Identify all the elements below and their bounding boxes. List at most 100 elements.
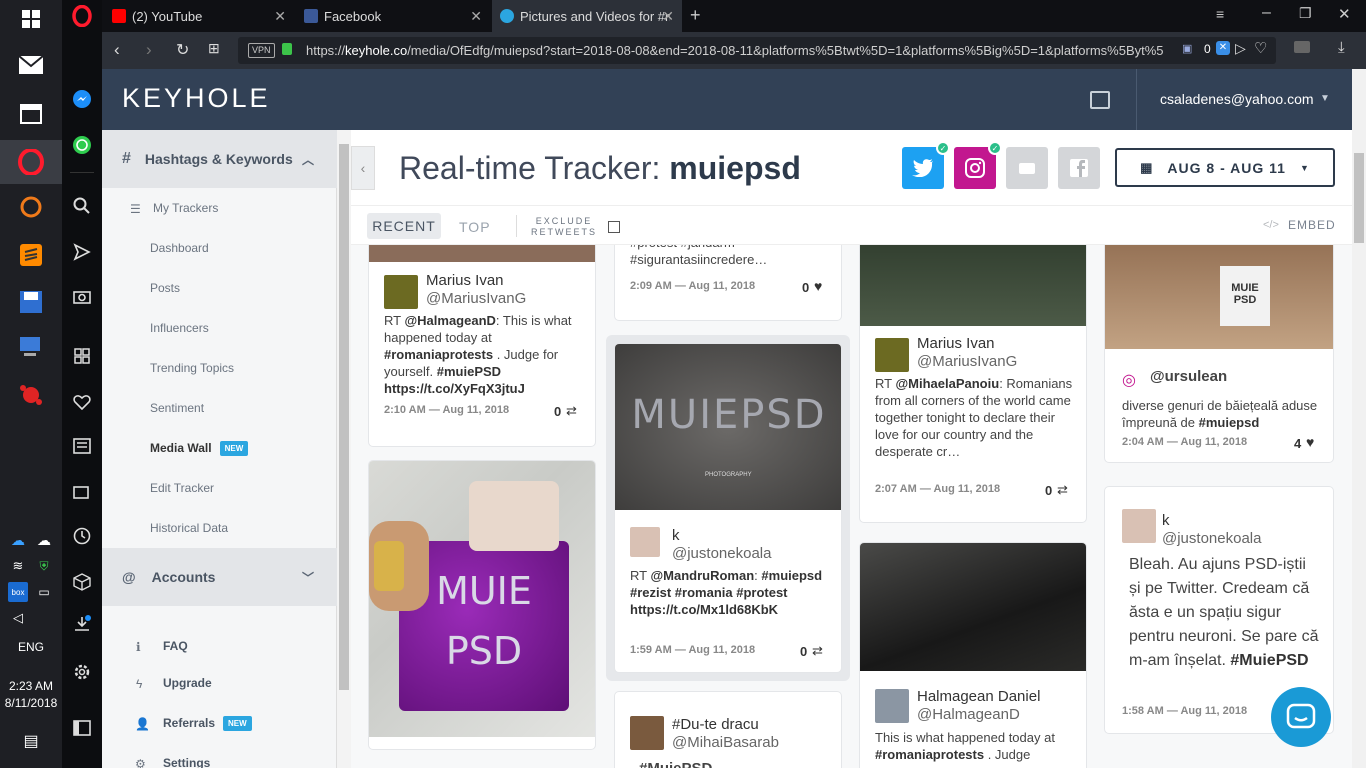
twitter-toggle[interactable]: ✓ [902, 141, 950, 189]
close-window-icon[interactable]: ✕ [1338, 5, 1351, 23]
extensions-cube-icon[interactable] [70, 570, 94, 594]
sidebar-item-faq[interactable]: FAQ [163, 639, 188, 653]
sidebar-item-my-trackers[interactable]: My Trackers [153, 201, 218, 215]
download-icon[interactable]: ⤓ [1338, 39, 1345, 56]
battery-icon[interactable]: ▭ [34, 582, 54, 602]
settings-gear-icon[interactable] [70, 660, 94, 684]
sidebar-item-referrals[interactable]: Referrals NEW [163, 716, 252, 732]
windows-start-icon[interactable] [14, 2, 48, 36]
notification-center-icon[interactable]: ▤ [14, 724, 48, 758]
vpn-badge[interactable]: VPN [248, 43, 275, 58]
scrollbar-thumb[interactable] [1354, 153, 1364, 243]
sidebar-item-historical-data[interactable]: Historical Data [150, 521, 228, 535]
tab-facebook[interactable]: Facebook ✕ [296, 0, 490, 32]
search-icon[interactable] [70, 194, 94, 218]
url-input[interactable]: VPN https://keyhole.co/media/OfEdfg/muie… [238, 37, 1276, 64]
restore-icon[interactable]: ❐ [1299, 5, 1312, 22]
whatsapp-icon[interactable] [70, 133, 94, 157]
post-card[interactable]: Marius Ivan @MariusIvanG RT @HalmageanD:… [368, 245, 596, 447]
sidebar-item-settings[interactable]: Settings [163, 756, 210, 768]
chevron-down-icon[interactable]: ▼ [1320, 93, 1330, 104]
sidebar-item-posts[interactable]: Posts [150, 281, 180, 295]
sidebar-toggle-icon[interactable] [70, 716, 94, 740]
hashtag-link[interactable]: #romaniaprotests [875, 747, 984, 762]
sidebar-item-influencers[interactable]: Influencers [150, 321, 209, 335]
flow-send-icon[interactable]: ▷ [1235, 40, 1246, 57]
speed-dial-grid-icon[interactable]: ⊞ [208, 40, 220, 57]
wifi-icon[interactable]: ≋ [8, 556, 28, 576]
tabs-icon[interactable] [70, 480, 94, 504]
close-icon[interactable]: ✕ [662, 8, 674, 25]
heart-icon[interactable] [70, 390, 94, 414]
reload-icon[interactable]: ↻ [176, 40, 189, 60]
volume-icon[interactable]: ◁ [8, 608, 28, 628]
date-range-picker[interactable]: ▦ AUG 8 - AUG 11 ▼ [1115, 148, 1335, 187]
scrollbar-thumb[interactable] [339, 144, 349, 690]
extension-cube-icon[interactable]: ▣ [1182, 42, 1192, 55]
keyhole-logo[interactable]: KEYHOLE [122, 83, 271, 114]
adblock-icon[interactable]: ✕ [1216, 41, 1230, 55]
hashtag-link[interactable]: #muiePSD [437, 364, 501, 379]
opera-logo-icon[interactable] [70, 4, 94, 28]
onedrive-icon[interactable]: ☁ [8, 530, 28, 550]
hashtag-link[interactable]: #muiepsd [1199, 415, 1260, 430]
tab-youtube[interactable]: (2) YouTube ✕ [104, 0, 294, 32]
save-disk-icon[interactable] [14, 285, 48, 319]
forward-icon[interactable]: › [146, 40, 152, 60]
remote-desktop-icon[interactable] [14, 330, 48, 364]
close-icon[interactable]: ✕ [274, 8, 286, 25]
sidebar-section-accounts[interactable]: @ Accounts ﹀ [102, 548, 337, 606]
calendar-icon[interactable] [14, 96, 48, 130]
collapse-sidebar-button[interactable]: ‹ [351, 146, 375, 190]
paint-splash-icon[interactable] [14, 378, 48, 412]
tab-recent[interactable]: RECENT [367, 213, 441, 239]
send-icon[interactable] [70, 240, 94, 264]
history-clock-icon[interactable] [70, 524, 94, 548]
support-chat-button[interactable] [1271, 687, 1331, 747]
url-link[interactable]: https://t.co/Mx1ld68KbK [630, 602, 778, 617]
exclude-retweets-checkbox[interactable] [608, 221, 620, 233]
app-swirl-icon[interactable] [14, 190, 48, 224]
opera-taskbar-icon[interactable] [0, 140, 62, 184]
messenger-icon[interactable] [70, 87, 94, 111]
post-card[interactable]: Halmagean Daniel @HalmageanD This is wha… [859, 542, 1087, 768]
clock-date[interactable]: 8/11/2018 [0, 696, 62, 710]
sidebar-item-upgrade[interactable]: Upgrade [163, 676, 212, 690]
minimize-icon[interactable]: – [1262, 4, 1271, 22]
extension-counter[interactable]: 0 [1204, 42, 1211, 56]
back-icon[interactable]: ‹ [114, 40, 120, 60]
post-card[interactable]: #protest #jandarm #sigurantasiincredere…… [614, 245, 842, 321]
youtube-toggle[interactable] [1006, 147, 1048, 189]
mail-icon[interactable] [14, 48, 48, 82]
sidebar-item-dashboard[interactable]: Dashboard [150, 241, 209, 255]
tab-top[interactable]: TOP [459, 219, 491, 235]
sidebar-item-media-wall[interactable]: Media Wall NEW [150, 441, 249, 457]
mention-link[interactable]: @MandruRoman [650, 568, 754, 583]
sidebar-item-edit-tracker[interactable]: Edit Tracker [150, 481, 214, 495]
post-card[interactable]: Marius Ivan @MariusIvanG RT @MihaelaPano… [859, 245, 1087, 523]
mention-link[interactable]: @HalmageanD [404, 313, 495, 328]
clock-time[interactable]: 2:23 AM [0, 679, 62, 693]
sidebar-item-trending-topics[interactable]: Trending Topics [150, 361, 234, 375]
speed-dial-icon[interactable] [70, 344, 94, 368]
instagram-toggle[interactable]: ✓ [954, 141, 1002, 189]
downloads-icon[interactable] [70, 612, 94, 636]
tab-menu-icon[interactable]: ≡ [1216, 6, 1224, 22]
language-indicator[interactable]: ENG [0, 640, 62, 654]
tab-keyhole[interactable]: Pictures and Videos for #m ✕ [492, 0, 682, 32]
sidebar-item-sentiment[interactable]: Sentiment [150, 401, 204, 415]
post-card[interactable]: MUIE PSD k [368, 460, 596, 750]
defender-shield-icon[interactable]: ⛨ [34, 556, 54, 576]
weather-cloud-icon[interactable]: ☁ [34, 530, 54, 550]
camera-icon[interactable] [70, 284, 94, 308]
lock-icon[interactable] [282, 43, 292, 55]
embed-button[interactable]: EMBED [1288, 218, 1336, 232]
new-tab-plus-icon[interactable]: + [690, 5, 701, 26]
sidebar-scrollbar[interactable] [337, 130, 351, 768]
news-icon[interactable] [70, 434, 94, 458]
user-email[interactable]: csaladenes@yahoo.com [1160, 91, 1314, 107]
hashtag-link[interactable]: #romaniaprotests [384, 347, 493, 362]
url-link[interactable]: https://t.co/XyFqX3jtuJ [384, 381, 525, 396]
bookmark-heart-icon[interactable]: ♡ [1254, 39, 1267, 57]
snapshot-icon[interactable] [1294, 41, 1310, 53]
